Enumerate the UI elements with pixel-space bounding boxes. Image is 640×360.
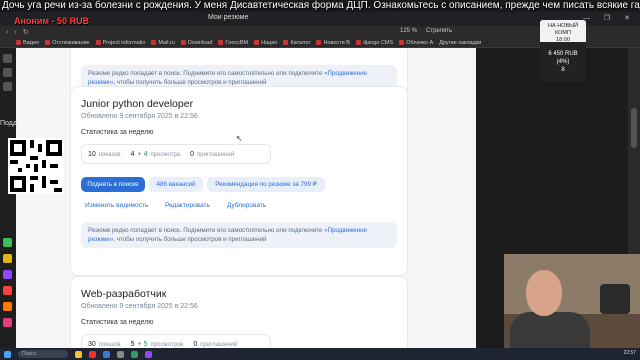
bookmark-item[interactable]: Project informatio [95, 40, 145, 46]
duplicate-link[interactable]: Дублировать [227, 202, 266, 209]
goal-percent: (4%) [556, 59, 570, 65]
resume-title[interactable]: Junior python developer [81, 98, 193, 110]
forward-icon[interactable]: › [14, 29, 16, 36]
yandex-icon[interactable] [89, 350, 96, 358]
resume-card: Web-разработчик Обновлено 9 сентября 202… [70, 276, 408, 348]
goal-title: НА НОВЫЙ КОМП [548, 23, 578, 36]
app-icon[interactable] [3, 254, 12, 263]
taskbar-search[interactable]: Поиск [18, 350, 68, 358]
home-icon[interactable] [3, 54, 12, 63]
window-controls[interactable]: — ❐ ✕ [583, 14, 636, 22]
taskbar-clock: 22:57 [623, 350, 636, 356]
app-icon[interactable] [3, 318, 12, 327]
bookmark-icon [355, 40, 361, 45]
youtube-icon[interactable] [3, 286, 12, 295]
edit-link[interactable]: Редактировать [165, 202, 210, 209]
updated-date: Обновлено 9 сентября 2025 в 22:56 [81, 303, 198, 310]
mouse-cursor-icon: ↖ [236, 134, 243, 143]
reload-icon[interactable]: ↻ [23, 28, 29, 36]
weekly-stats: 10 показов 4 + 4 просмотра 0 приглашений [81, 144, 271, 164]
webcam-object [600, 284, 630, 314]
bookmark-item[interactable]: Отслеживание [45, 40, 90, 46]
resume-title[interactable]: Web-разработчик [81, 288, 166, 300]
bookmark-item[interactable]: Mail.ru [151, 40, 175, 46]
search-notice: Резюме редко попадает в поиск. Поднимите… [81, 222, 397, 248]
app-icon[interactable] [145, 350, 152, 358]
bookmark-icon [151, 40, 157, 45]
taskbar: Поиск [0, 348, 640, 360]
resume-page: Резюме редко попадает в поиск. Поднимите… [16, 48, 476, 348]
bookmark-icon [16, 40, 21, 45]
bookmark-icon [95, 40, 101, 45]
twitch-icon[interactable] [3, 270, 12, 279]
webcam-person-body [510, 312, 590, 350]
stats-heading: Статистика за неделю [81, 129, 154, 136]
app-icon[interactable] [117, 350, 124, 358]
bookmark-icon [180, 40, 186, 45]
donation-goal-widget: НА НОВЫЙ КОМП 18:00 6 450 RUB (4%) 8 [540, 20, 586, 82]
goal-extra: 8 [561, 67, 565, 73]
back-icon[interactable]: ‹ [6, 29, 8, 36]
goal-body: 6 450 RUB (4%) 8 [540, 42, 586, 82]
qr-label: Подд [0, 120, 17, 127]
raise-in-search-button[interactable]: Поднять в поиске [81, 177, 145, 192]
bookmark-icon [316, 40, 322, 45]
shows-stat: 10 показов [88, 150, 121, 158]
stats-heading: Статистика за неделю [81, 319, 154, 326]
bookmark-item[interactable]: Download [180, 40, 212, 46]
views-stat: 4 + 4 просмотра [130, 150, 181, 158]
bookmark-icon [254, 40, 260, 45]
qr-code-icon [8, 138, 64, 194]
qr-code-graphic [10, 140, 62, 192]
history-icon[interactable] [3, 68, 12, 77]
explorer-icon[interactable] [75, 350, 82, 358]
stream-banner: Дочь уга речи из-за болезни с рождения. … [2, 0, 640, 11]
zoom-indicator[interactable]: 125 % [400, 28, 417, 34]
goal-header: НА НОВЫЙ КОМП 18:00 [540, 20, 586, 43]
webcam-feed [504, 254, 640, 350]
bookmark-item[interactable]: django CMS [355, 40, 393, 46]
recommendation-button[interactable]: Рекомендация по резюме за 799 ₽ [207, 177, 325, 192]
scrollbar-thumb[interactable] [631, 108, 637, 148]
shows-stat: 30 показов [88, 340, 121, 348]
vacancies-button[interactable]: 486 вакансий [149, 177, 203, 192]
invites-stat: 0 приглашений [193, 340, 238, 348]
bookmark-item[interactable]: Новости В [316, 40, 350, 46]
donation-alert: Аноним - 50 RUB [14, 16, 90, 26]
weekly-stats: 30 показов 5 + 5 просмотров 0 приглашений [81, 334, 271, 348]
bookmark-item[interactable]: ГлоссBM [218, 40, 248, 46]
whatsapp-icon[interactable] [3, 238, 12, 247]
bookmark-icon [283, 40, 289, 45]
bookmark-icon [399, 40, 405, 45]
screen: Дочь уга речи из-за болезни с рождения. … [0, 0, 640, 360]
bookmark-item[interactable]: Облачко А [399, 40, 433, 46]
app-icon[interactable] [103, 350, 110, 358]
app-icon[interactable] [3, 302, 12, 311]
start-icon[interactable] [4, 350, 11, 358]
downloads-icon[interactable] [3, 82, 12, 91]
bookmark-item[interactable]: Каталог [283, 40, 310, 46]
views-stat: 5 + 5 просмотров [130, 340, 184, 348]
bookmark-item[interactable]: Видео [16, 40, 39, 46]
goal-amount: 6 450 RUB [548, 51, 578, 57]
bookmark-icon [45, 40, 51, 45]
tab-title[interactable]: Мои резюме [208, 14, 248, 21]
app-icon[interactable] [131, 350, 138, 358]
updated-date: Обновлено 9 сентября 2025 в 22:56 [81, 113, 198, 120]
resume-card: Junior python developer Обновлено 9 сент… [70, 86, 408, 276]
reader-button[interactable]: Стрелять [426, 28, 452, 34]
change-visibility-link[interactable]: Изменить видимость [85, 202, 148, 209]
browser-sidebar [0, 48, 16, 348]
bookmark-icon [218, 40, 224, 45]
bookmark-item[interactable]: Нацио [254, 40, 277, 46]
invites-stat: 0 приглашений [190, 150, 235, 158]
webcam-person-head [526, 270, 562, 316]
bookmark-item-other[interactable]: Другие закладки [439, 40, 481, 46]
